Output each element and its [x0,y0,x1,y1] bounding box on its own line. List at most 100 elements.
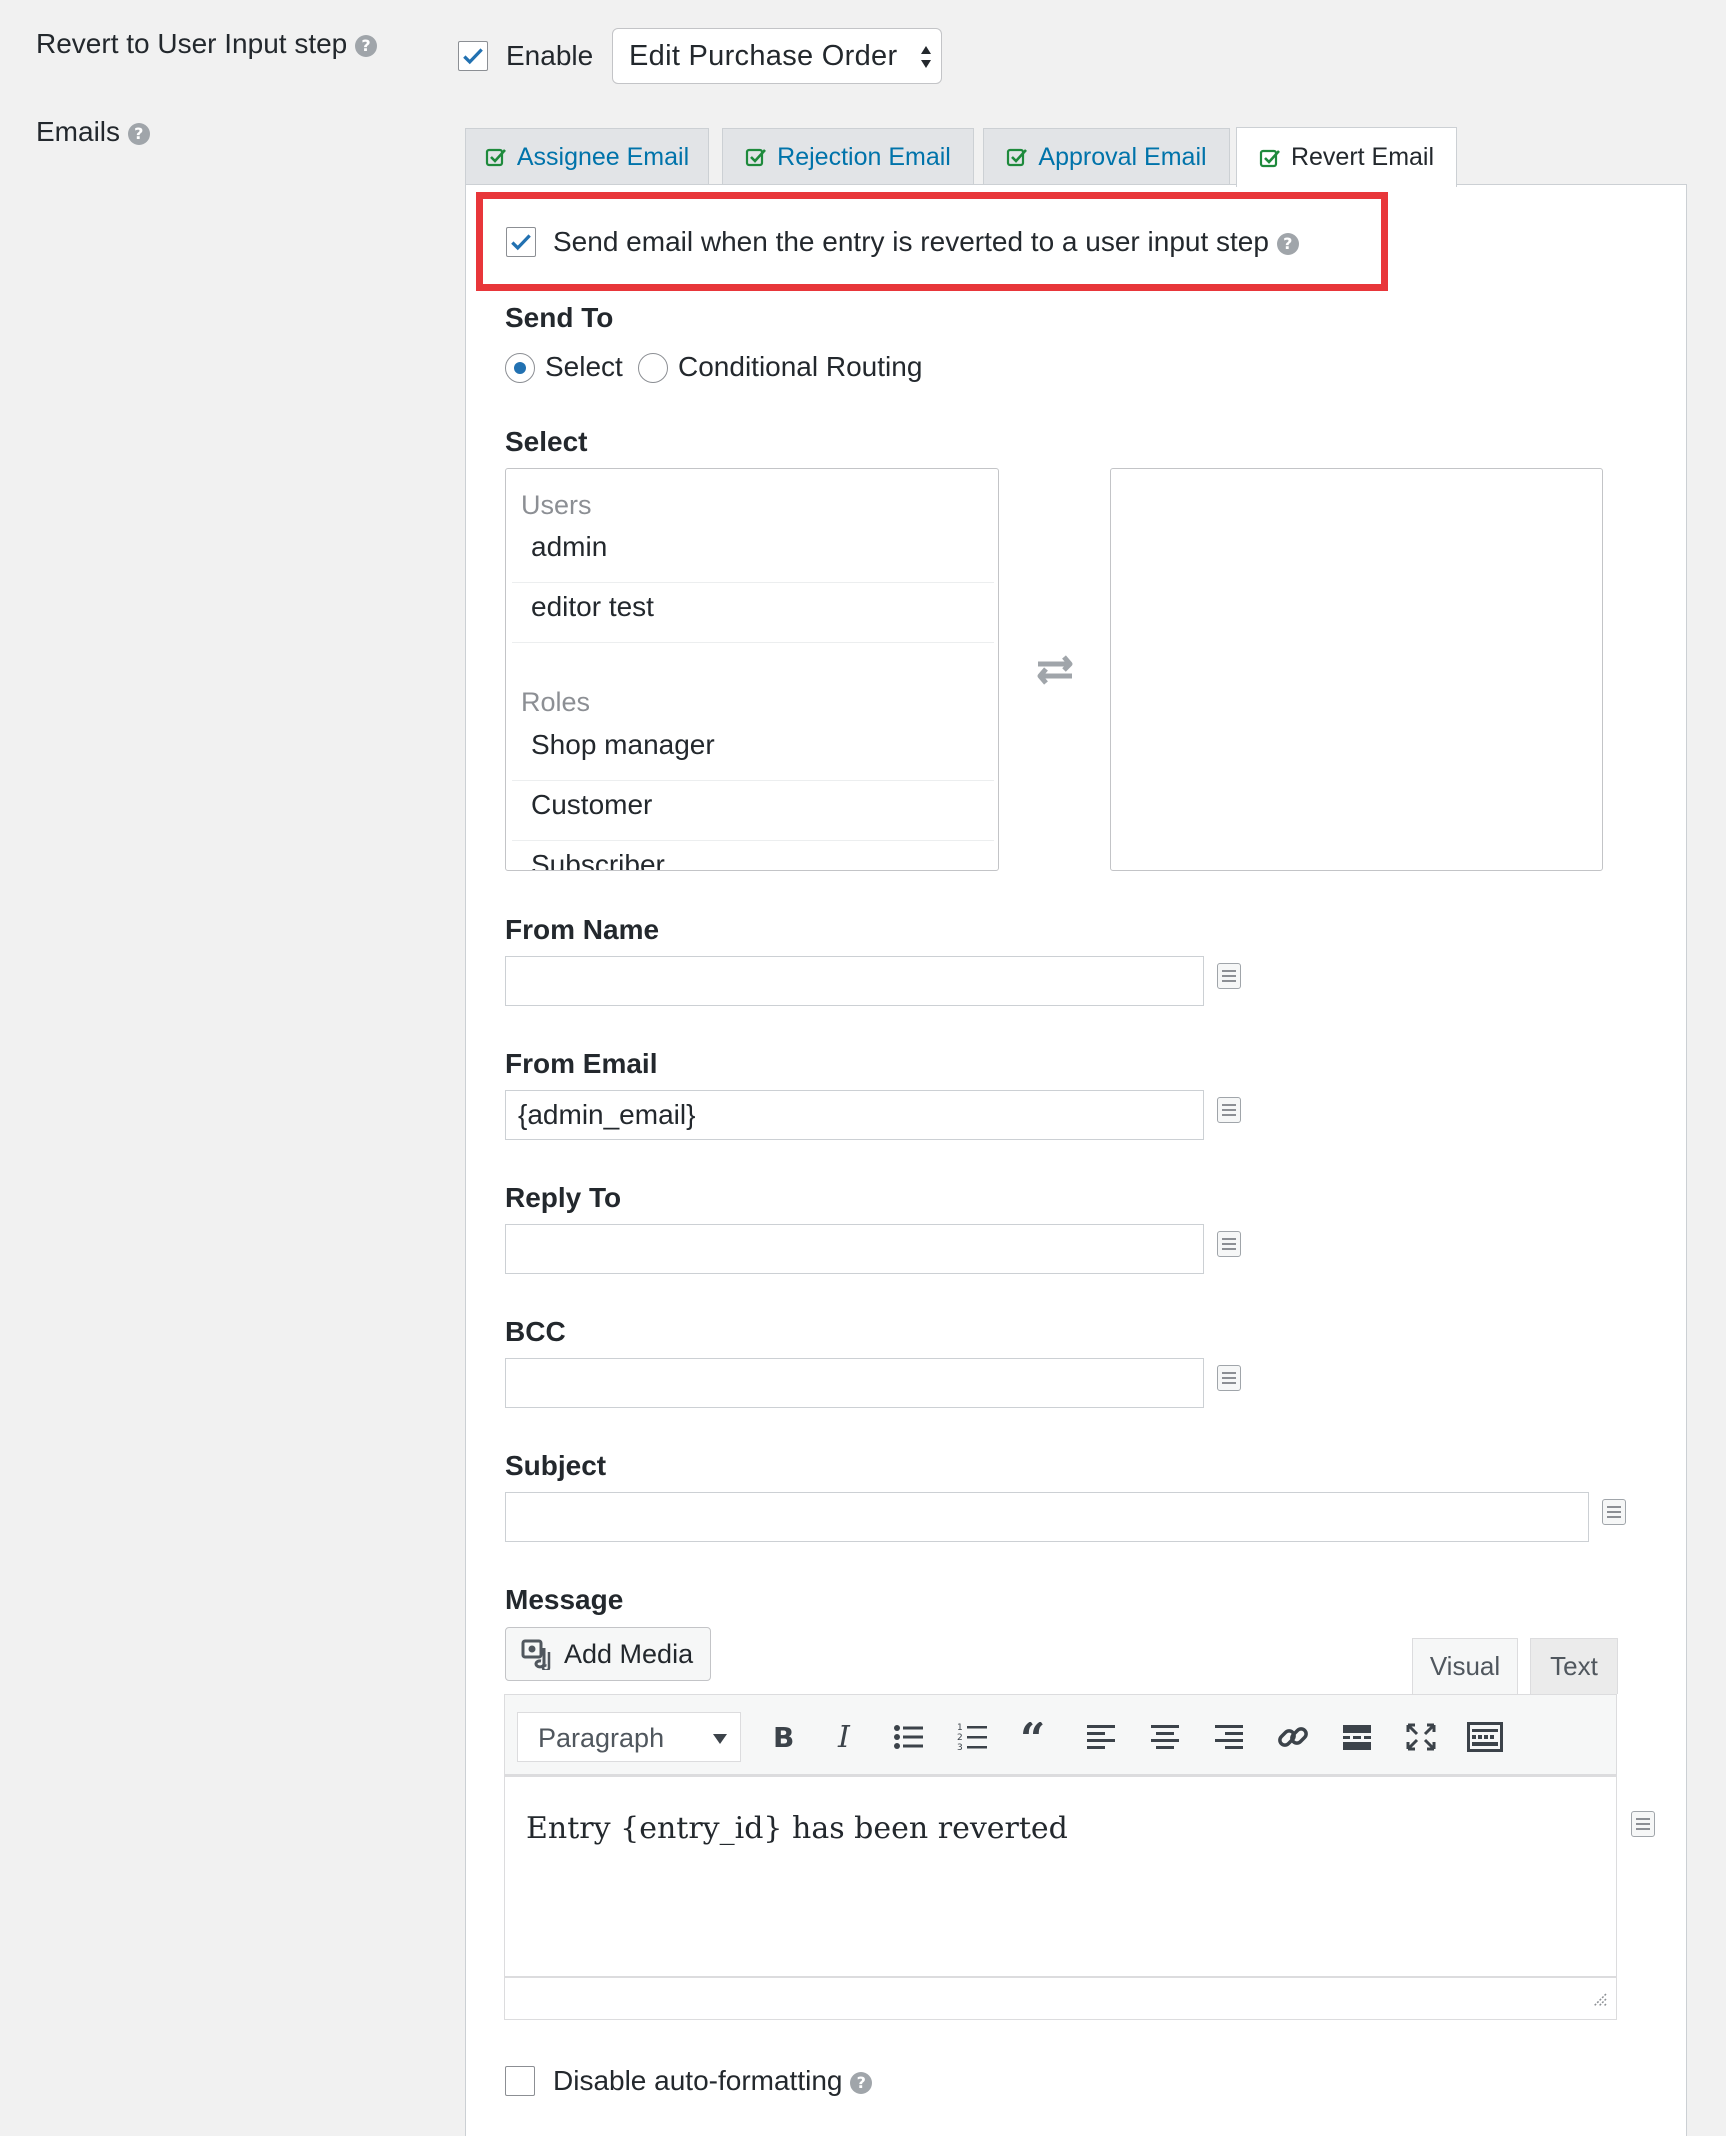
send-to-label: Send To [505,302,614,333]
tab-label: Rejection Email [777,142,951,171]
from-name-label: From Name [505,914,660,945]
radio-select-label: Select [545,351,623,382]
enable-label: Enable [506,40,594,71]
tab-assignee-email[interactable]: Assignee Email [465,128,709,185]
emails-label: Emails ? [36,116,150,148]
list-item-label: Subscriber [531,849,665,871]
enable-checkbox[interactable] [458,41,488,71]
italic-icon[interactable]: I [823,1715,867,1759]
fullscreen-icon[interactable] [1399,1715,1443,1759]
disable-autoformat-label: Disable auto-formatting ? [553,2065,873,2097]
numbered-list-icon[interactable]: 1 2 3 [951,1715,995,1759]
list-item-label: editor test [531,591,654,622]
toolbar-toggle-icon[interactable] [1463,1715,1507,1759]
blockquote-icon[interactable]: “ [1015,1715,1059,1759]
editor-statusbar-divider [505,1976,1616,1978]
bold-icon[interactable]: B [759,1715,803,1759]
svg-text:B: B [773,1722,794,1752]
merge-tag-icon[interactable] [1217,1365,1241,1391]
reply-to-label: Reply To [505,1182,622,1213]
editor-content[interactable]: Entry {entry_id} has been reverted [526,1811,1068,1846]
radio-conditional-routing-label: Conditional Routing [678,351,923,382]
reply-to-input[interactable] [505,1224,1204,1274]
list-item[interactable]: admin [512,523,994,583]
revert-step-label-text: Revert to User Input step [36,28,348,59]
tab-approval-email[interactable]: Approval Email [983,128,1230,185]
step-select[interactable]: Edit Purchase Order [612,28,942,84]
list-item[interactable]: Shop manager [512,721,994,781]
emails-label-text: Emails [36,116,121,147]
list-item[interactable]: Subscriber [512,841,994,871]
check-square-icon [485,148,506,167]
available-recipients-list[interactable]: Users admin editor test Roles Shop manag… [505,468,999,871]
merge-tag-icon[interactable] [1602,1499,1626,1525]
tab-label: Assignee Email [516,142,690,171]
list-item[interactable]: editor test [512,583,994,643]
subject-input[interactable] [505,1492,1589,1542]
subject-label: Subject [505,1450,607,1481]
help-icon[interactable]: ? [850,2071,873,2094]
check-square-icon [1007,148,1028,167]
format-select-value: Paragraph [538,1723,665,1753]
help-icon[interactable]: ? [127,122,150,145]
group-label-roles: Roles [521,687,591,717]
read-more-icon[interactable] [1335,1715,1379,1759]
select-label: Select [505,426,588,457]
list-item-label: admin [531,531,608,562]
tab-label: Revert Email [1290,143,1435,171]
align-center-icon[interactable] [1143,1715,1187,1759]
from-email-input[interactable]: {admin_email} [505,1090,1204,1140]
resize-handle-icon[interactable] [1590,1990,1608,2008]
send-email-label-text: Send email when the entry is reverted to… [553,226,1269,257]
tab-revert-email[interactable]: Revert Email [1236,127,1457,187]
list-item-label: Shop manager [531,729,715,760]
dropdown-arrow-icon [713,1734,727,1744]
list-item[interactable]: Customer [512,781,994,841]
selected-recipients-list[interactable] [1110,468,1603,871]
disable-autoformat-label-text: Disable auto-formatting [553,2065,843,2096]
media-icon [521,1639,551,1670]
link-icon[interactable] [1271,1715,1315,1759]
check-square-icon [1259,149,1280,167]
merge-tag-icon[interactable] [1631,1811,1655,1837]
add-media-label: Add Media [564,1638,694,1669]
add-media-button[interactable]: Add Media [505,1627,711,1681]
tab-rejection-email[interactable]: Rejection Email [722,128,974,185]
svg-text:I: I [837,1722,851,1752]
merge-tag-icon[interactable] [1217,1231,1241,1257]
sort-arrows-icon [921,46,931,68]
help-icon[interactable]: ? [1276,232,1299,255]
bcc-input[interactable] [505,1358,1204,1408]
list-item-label: Customer [531,789,653,820]
from-email-label: From Email [505,1048,658,1079]
radio-select[interactable] [505,353,535,383]
group-label-users: Users [521,490,592,520]
checkmark-icon [511,234,531,251]
send-email-checkbox[interactable] [506,227,536,257]
bcc-label: BCC [505,1316,566,1347]
revert-step-label: Revert to User Input step ? [36,28,378,60]
radio-conditional-routing[interactable] [638,353,668,383]
from-name-input[interactable] [505,956,1204,1006]
disable-autoformat-checkbox[interactable] [505,2066,535,2096]
message-label: Message [505,1584,624,1615]
swap-arrows-icon[interactable] [1030,652,1080,688]
merge-tag-icon[interactable] [1217,963,1241,989]
svg-text:1: 1 [957,1723,963,1733]
svg-text:3: 3 [957,1743,963,1753]
merge-tag-icon[interactable] [1217,1097,1241,1123]
help-icon[interactable]: ? [355,34,378,57]
check-square-icon [746,148,767,167]
align-right-icon[interactable] [1207,1715,1251,1759]
step-select-value: Edit Purchase Order [629,39,898,72]
align-left-icon[interactable] [1079,1715,1123,1759]
format-select[interactable]: Paragraph [517,1712,741,1762]
tab-text[interactable]: Text [1530,1638,1618,1694]
editor-toolbar: Paragraph B I 1 2 3 “ [505,1695,1616,1777]
bulleted-list-icon[interactable] [887,1715,931,1759]
svg-text:“: “ [1020,1722,1045,1752]
tab-visual[interactable]: Visual [1412,1638,1518,1694]
send-email-label: Send email when the entry is reverted to… [553,226,1299,258]
svg-text:2: 2 [957,1733,963,1743]
tab-label: Approval Email [1038,142,1207,171]
